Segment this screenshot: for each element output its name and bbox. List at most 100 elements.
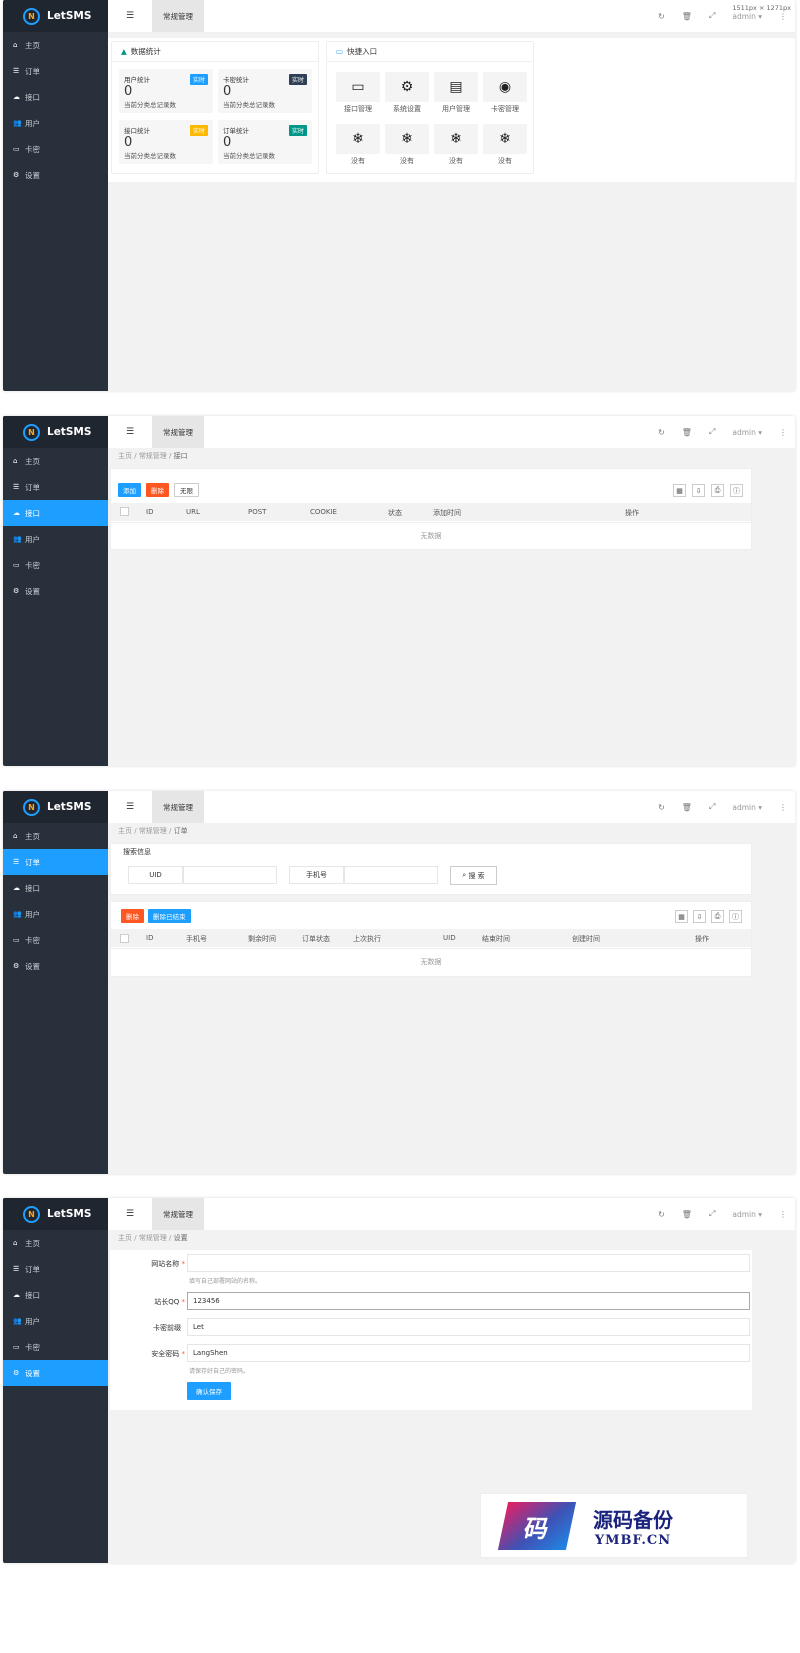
delete-button[interactable]: 删除 — [121, 909, 144, 923]
export-icon[interactable]: ⇩ — [692, 484, 705, 497]
search-button[interactable]: ⌕ 搜 索 — [450, 866, 497, 885]
list-icon: ☰ — [13, 67, 20, 75]
quick-empty-4[interactable]: ❄ 没有 — [483, 124, 527, 166]
sidebar-item-settings[interactable]: ⚙ 设置 — [3, 162, 108, 188]
sidebar-item-orders[interactable]: ☰ 订单 — [3, 849, 108, 875]
sidebar-item-cards[interactable]: ▭ 卡密 — [3, 552, 108, 578]
sidebar-item-api[interactable]: ☁ 接口 — [3, 875, 108, 901]
sidebar-item-home[interactable]: ⌂ 主页 — [3, 823, 108, 849]
trash-icon[interactable]: 🗑 — [682, 803, 692, 812]
quick-users[interactable]: ▤ 用户管理 — [434, 72, 478, 114]
menu-toggle-icon[interactable]: ☰ — [108, 427, 152, 437]
card-icon: ▭ — [13, 145, 20, 153]
more-icon[interactable]: ⋮ — [779, 12, 787, 21]
tab-general[interactable]: 常规管理 — [152, 791, 204, 823]
sidebar-item-cards[interactable]: ▭ 卡密 — [3, 136, 108, 162]
fullscreen-icon[interactable]: ⤢ — [709, 11, 715, 21]
delete-finished-button[interactable]: 删除已结束 — [148, 909, 191, 923]
sidebar-item-settings[interactable]: ⚙ 设置 — [3, 578, 108, 604]
admin-menu[interactable]: admin ▾ — [732, 803, 762, 812]
api-table-header: ID URL POST COOKIE 状态 添加时间 操作 — [111, 503, 751, 521]
info-icon[interactable]: ⓘ — [730, 484, 743, 497]
menu-toggle-icon[interactable]: ☰ — [108, 802, 152, 812]
trash-icon[interactable]: 🗑 — [682, 428, 692, 437]
quick-empty-3[interactable]: ❄ 没有 — [434, 124, 478, 166]
sidebar-item-users[interactable]: 👥 用户 — [3, 1308, 108, 1334]
site-name-input[interactable] — [187, 1254, 750, 1272]
sidebar-item-home[interactable]: ⌂ 主页 — [3, 448, 108, 474]
security-password-input[interactable]: LangShen — [187, 1344, 750, 1362]
admin-menu[interactable]: admin ▾ — [732, 428, 762, 437]
users-icon: 👥 — [13, 119, 22, 127]
print-icon[interactable]: ⎙ — [711, 484, 724, 497]
stat-users[interactable]: 用户统计 实时 0 当前分类总记录数 — [119, 69, 213, 113]
sidebar-item-home[interactable]: ⌂ 主页 — [3, 32, 108, 58]
menu-toggle-icon[interactable]: ☰ — [108, 11, 152, 21]
qq-input[interactable]: 123456 — [187, 1292, 750, 1310]
admin-menu[interactable]: admin ▾ — [732, 1210, 762, 1219]
admin-menu[interactable]: admin ▾ — [732, 12, 762, 21]
tab-general[interactable]: 常规管理 — [152, 1198, 204, 1230]
card-prefix-label: 卡密前缀 — [153, 1324, 181, 1332]
more-icon[interactable]: ⋮ — [779, 428, 787, 437]
quick-empty-2[interactable]: ❄ 没有 — [385, 124, 429, 166]
menu-toggle-icon[interactable]: ☰ — [108, 1209, 152, 1219]
sidebar-item-users[interactable]: 👥 用户 — [3, 110, 108, 136]
quick-empty-1[interactable]: ❄ 没有 — [336, 124, 380, 166]
trash-icon[interactable]: 🗑 — [682, 12, 692, 21]
sidebar-item-settings[interactable]: ⚙ 设置 — [3, 953, 108, 979]
sidebar-item-orders[interactable]: ☰ 订单 — [3, 1256, 108, 1282]
quick-api[interactable]: ▭ 接口管理 — [336, 72, 380, 114]
delete-button[interactable]: 删除 — [146, 483, 169, 497]
gear-icon: ⚙ — [13, 962, 20, 970]
empty-state: 无数据 — [111, 948, 751, 974]
tab-general[interactable]: 常规管理 — [152, 416, 204, 448]
sidebar-item-cards[interactable]: ▭ 卡密 — [3, 1334, 108, 1360]
unlimited-button[interactable]: 无限 — [174, 483, 199, 497]
gear-icon: ⚙ — [13, 587, 20, 595]
info-icon[interactable]: ⓘ — [729, 910, 742, 923]
select-all-checkbox[interactable] — [120, 507, 129, 516]
confirm-save-button[interactable]: 确认保存 — [187, 1382, 231, 1400]
sidebar-item-settings[interactable]: ⚙ 设置 — [3, 1360, 108, 1386]
gear-icon: ⚙ — [13, 1369, 20, 1377]
uid-input[interactable] — [183, 866, 277, 884]
sidebar-item-users[interactable]: 👥 用户 — [3, 526, 108, 552]
add-button[interactable]: 添加 — [118, 483, 141, 497]
more-icon[interactable]: ⋮ — [779, 803, 787, 812]
stat-orders[interactable]: 订单统计 实时 0 当前分类总记录数 — [218, 120, 312, 164]
card-prefix-input[interactable]: Let — [187, 1318, 750, 1336]
more-icon[interactable]: ⋮ — [779, 1210, 787, 1219]
stat-cards[interactable]: 卡密统计 实时 0 当前分类总记录数 — [218, 69, 312, 113]
refresh-icon[interactable]: ↻ — [658, 803, 665, 812]
sidebar-item-api[interactable]: ☁ 接口 — [3, 84, 108, 110]
quick-cards[interactable]: ◉ 卡密管理 — [483, 72, 527, 114]
sidebar-item-home[interactable]: ⌂ 主页 — [3, 1230, 108, 1256]
sidebar-item-orders[interactable]: ☰ 订单 — [3, 474, 108, 500]
tab-general[interactable]: 常规管理 — [152, 0, 204, 32]
stat-api[interactable]: 接口统计 实时 0 当前分类总记录数 — [119, 120, 213, 164]
columns-icon[interactable]: ▦ — [675, 910, 688, 923]
sidebar-item-cards[interactable]: ▭ 卡密 — [3, 927, 108, 953]
refresh-icon[interactable]: ↻ — [658, 12, 665, 21]
refresh-icon[interactable]: ↻ — [658, 428, 665, 437]
logo: N LetSMS — [3, 0, 108, 32]
fullscreen-icon[interactable]: ⤢ — [709, 802, 715, 812]
api-panel: N LetSMS ⌂ 主页 ☰ 订单 ☁ 接口 👥 用户 ▭ 卡密 ⚙ 设置 ☰ 常规管理 ↻… — [3, 416, 795, 766]
phone-input[interactable] — [344, 866, 438, 884]
export-icon[interactable]: ⇩ — [693, 910, 706, 923]
sidebar-nav: ⌂ 主页 ☰ 订单 ☁ 接口 👥 用户 ▭ 卡密 ⚙ 设置 — [3, 32, 108, 188]
trash-icon[interactable]: 🗑 — [682, 1210, 692, 1219]
sidebar-item-api[interactable]: ☁ 接口 — [3, 1282, 108, 1308]
sidebar-item-orders[interactable]: ☰ 订单 — [3, 58, 108, 84]
quick-settings[interactable]: ⚙ 系统设置 — [385, 72, 429, 114]
fullscreen-icon[interactable]: ⤢ — [709, 1209, 715, 1219]
sidebar-item-users[interactable]: 👥 用户 — [3, 901, 108, 927]
fullscreen-icon[interactable]: ⤢ — [709, 427, 715, 437]
logo-icon: N — [23, 7, 40, 25]
select-all-checkbox[interactable] — [120, 934, 129, 943]
sidebar-item-api[interactable]: ☁ 接口 — [3, 500, 108, 526]
refresh-icon[interactable]: ↻ — [658, 1210, 665, 1219]
columns-icon[interactable]: ▦ — [673, 484, 686, 497]
print-icon[interactable]: ⎙ — [711, 910, 724, 923]
